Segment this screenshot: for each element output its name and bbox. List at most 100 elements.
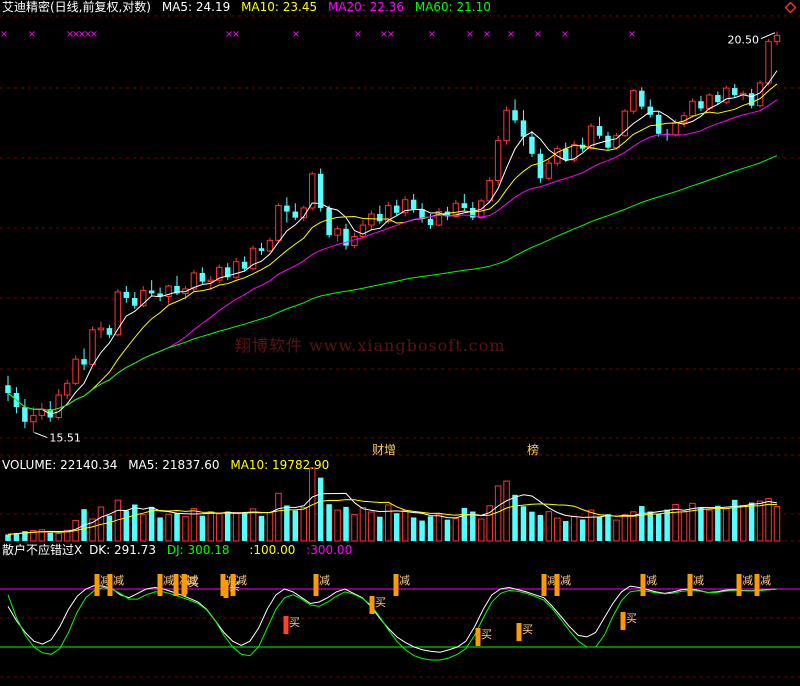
candle-body [748,93,755,106]
x-marker: × [354,29,362,40]
x-marker: × [507,29,515,40]
volume-bar [377,516,383,541]
sell-signal-bar [173,574,179,596]
low-price-label: 15.51 [49,432,81,445]
candle-body [596,126,603,136]
volume-bar [715,505,721,541]
candle-body [647,106,653,115]
ma5-line [7,70,778,415]
volume-bar [334,509,341,542]
sell-signal-bar [554,574,560,596]
candle-body [520,120,527,137]
candle-body [359,224,367,237]
volume-bar [562,521,569,541]
candle-body [5,385,11,394]
candle-body [292,211,299,218]
buy-signal-label: 买 [522,623,533,636]
buy-signal-bar [223,580,229,598]
volume-bar [123,510,130,541]
diamond-icon[interactable] [785,2,796,13]
x-marker: × [292,29,300,40]
volume-bar [5,534,11,541]
buy-signal-bar [369,596,375,614]
sell-signal-bar [157,574,163,596]
ma60-label: MA60: 21.10 [414,0,491,14]
volume-bar [427,516,434,541]
volume-bar [520,506,527,541]
volume-bar [106,515,113,541]
volume-bar [655,513,662,541]
volume-bar [300,507,308,542]
ma-lines [7,70,778,415]
candle-body [512,110,518,121]
volume-bar [385,504,392,542]
low-arrow [34,432,48,439]
sell-signal-bar [541,574,547,596]
ma5-label: MA5: 24.19 [161,0,231,14]
candle-body [621,110,629,137]
volume-bar [148,506,155,541]
candle-body [55,394,62,419]
candle-body [377,213,383,222]
buy-signal-label: 买 [626,612,637,625]
volume-bar [461,507,468,541]
candle-body [241,261,248,269]
volume-bar [249,508,257,542]
candle-body [232,261,240,278]
volume-bar [647,511,653,541]
candle-body [732,88,738,96]
candle-body [393,205,400,213]
candle-body [199,272,206,282]
volume-bar [605,514,611,541]
buy-signal-label: 买 [229,580,240,593]
candle-body [639,90,645,107]
indicator-name: 散户不应错过X [2,543,83,557]
candle-body [284,205,290,212]
volume-bar [756,500,764,542]
volume-bar [139,514,147,542]
x-marker: × [466,29,474,40]
volume-bar [157,517,163,541]
volume-label: VOLUME: 22140.34 [2,458,118,472]
candle-body [529,136,535,154]
volume-bar [435,513,443,542]
sell-signal-label: 减 [560,574,571,587]
candle-body [266,239,274,252]
buy-signal-bar [475,628,481,646]
event-label-board: 榜 [527,442,539,457]
indicator-lines [0,584,800,661]
volume-bar [739,505,747,542]
buy-signal-label: 买 [289,616,300,629]
sell-signal-label: 减 [742,574,753,587]
candle-body [765,40,772,84]
candle-body [630,90,637,112]
buy-signal-bar [182,576,188,594]
volume-bar [579,519,586,541]
candle-body [605,135,611,148]
buy-signal-label: 买 [481,628,492,641]
ma20-line [7,99,778,412]
candle-body [537,153,544,179]
volume-bar [232,511,240,542]
sell-signal-label: 减 [646,574,657,587]
volume-bars [5,467,781,542]
volume-bar [199,515,206,541]
candle-body [756,82,764,107]
signal-marks: 减减减减减减减减减减减减减减减买买买买买买买 [94,574,771,646]
candle-body [317,173,324,208]
volume-bar [545,511,553,542]
buy-signal-bar [516,623,522,641]
candle-body [63,382,71,396]
volume-ma10-label: MA10: 19782.90 [230,458,330,472]
volume-bar [224,511,231,541]
volume-bar [343,506,349,541]
volume-bar [55,533,62,542]
watermark: 翔博软件 www.xiangbosoft.com [235,336,506,355]
volume-bar [317,477,324,541]
volume-bar [165,513,172,542]
candle-body [275,205,282,241]
volume-bar [470,511,476,541]
candle-body [689,100,696,117]
high-price-label: 20.50 [728,34,760,47]
volume-bar [706,509,713,542]
